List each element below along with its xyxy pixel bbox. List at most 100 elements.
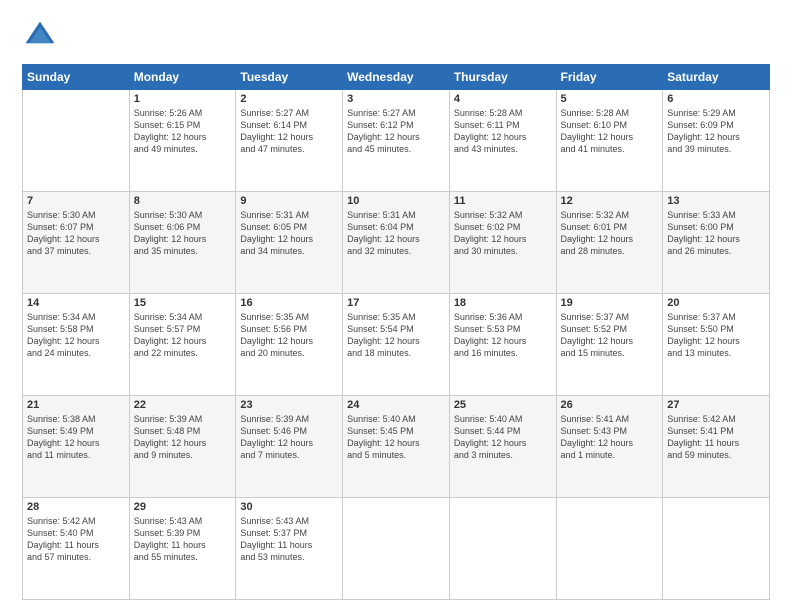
day-number: 27 [667,399,765,411]
day-number: 21 [27,399,125,411]
day-number: 10 [347,195,445,207]
day-number: 23 [240,399,338,411]
day-info: Sunrise: 5:29 AM Sunset: 6:09 PM Dayligh… [667,107,765,156]
calendar-weekday-wednesday: Wednesday [343,65,450,90]
calendar-cell: 2 Sunrise: 5:27 AM Sunset: 6:14 PM Daylig… [236,90,343,192]
day-number: 5 [561,93,659,105]
header [22,18,770,54]
day-info: Sunrise: 5:35 AM Sunset: 5:56 PM Dayligh… [240,311,338,360]
calendar-header-row: SundayMondayTuesdayWednesdayThursdayFrid… [23,65,770,90]
calendar-cell: 8Sunrise: 5:30 AM Sunset: 6:06 PM Daylig… [129,192,236,294]
calendar-cell: 12 Sunrise: 5:32 AM Sunset: 6:01 PM Dayli… [556,192,663,294]
day-info: Sunrise: 5:39 AM Sunset: 5:48 PM Dayligh… [134,413,232,462]
calendar-cell: 6 Sunrise: 5:29 AM Sunset: 6:09 PM Daylig… [663,90,770,192]
day-number: 6 [667,93,765,105]
day-number: 1 [134,93,232,105]
day-info: Sunrise: 5:27 AM Sunset: 6:14 PM Dayligh… [240,107,338,156]
day-info: Sunrise: 5:35 AM Sunset: 5:54 PM Dayligh… [347,311,445,360]
calendar-week-1: 1 Sunrise: 5:26 AM Sunset: 6:15 PM Daylig… [23,90,770,192]
day-number: 18 [454,297,552,309]
calendar-cell: 22Sunrise: 5:39 AM Sunset: 5:48 PM Dayli… [129,396,236,498]
calendar-cell: 30 Sunrise: 5:43 AM Sunset: 5:37 PM Dayli… [236,498,343,600]
calendar-cell: 25 Sunrise: 5:40 AM Sunset: 5:44 PM Dayli… [449,396,556,498]
day-info: Sunrise: 5:43 AM Sunset: 5:37 PM Dayligh… [240,515,338,564]
day-info: Sunrise: 5:37 AM Sunset: 5:52 PM Dayligh… [561,311,659,360]
calendar-cell: 11 Sunrise: 5:32 AM Sunset: 6:02 PM Dayli… [449,192,556,294]
calendar-cell [556,498,663,600]
calendar-cell: 7 Sunrise: 5:30 AM Sunset: 6:07 PM Daylig… [23,192,130,294]
day-info: Sunrise: 5:30 AM Sunset: 6:07 PM Dayligh… [27,209,125,258]
day-number: 24 [347,399,445,411]
calendar-week-4: 21Sunrise: 5:38 AM Sunset: 5:49 PM Dayli… [23,396,770,498]
calendar-cell: 19 Sunrise: 5:37 AM Sunset: 5:52 PM Dayli… [556,294,663,396]
day-info: Sunrise: 5:40 AM Sunset: 5:44 PM Dayligh… [454,413,552,462]
day-number: 20 [667,297,765,309]
day-info: Sunrise: 5:40 AM Sunset: 5:45 PM Dayligh… [347,413,445,462]
day-number: 28 [27,501,125,513]
calendar-cell: 5 Sunrise: 5:28 AM Sunset: 6:10 PM Daylig… [556,90,663,192]
day-number: 29 [134,501,232,513]
day-info: Sunrise: 5:39 AM Sunset: 5:46 PM Dayligh… [240,413,338,462]
day-info: Sunrise: 5:42 AM Sunset: 5:40 PM Dayligh… [27,515,125,564]
day-number: 8 [134,195,232,207]
day-info: Sunrise: 5:31 AM Sunset: 6:04 PM Dayligh… [347,209,445,258]
calendar-week-2: 7 Sunrise: 5:30 AM Sunset: 6:07 PM Daylig… [23,192,770,294]
calendar-cell: 14Sunrise: 5:34 AM Sunset: 5:58 PM Dayli… [23,294,130,396]
calendar-cell: 20 Sunrise: 5:37 AM Sunset: 5:50 PM Dayli… [663,294,770,396]
calendar-cell: 13 Sunrise: 5:33 AM Sunset: 6:00 PM Dayli… [663,192,770,294]
day-number: 25 [454,399,552,411]
calendar-week-3: 14Sunrise: 5:34 AM Sunset: 5:58 PM Dayli… [23,294,770,396]
calendar-weekday-monday: Monday [129,65,236,90]
day-number: 9 [240,195,338,207]
day-info: Sunrise: 5:27 AM Sunset: 6:12 PM Dayligh… [347,107,445,156]
calendar-cell: 23 Sunrise: 5:39 AM Sunset: 5:46 PM Dayli… [236,396,343,498]
day-info: Sunrise: 5:36 AM Sunset: 5:53 PM Dayligh… [454,311,552,360]
calendar-cell [343,498,450,600]
day-info: Sunrise: 5:26 AM Sunset: 6:15 PM Dayligh… [134,107,232,156]
day-number: 13 [667,195,765,207]
calendar-cell: 27 Sunrise: 5:42 AM Sunset: 5:41 PM Dayli… [663,396,770,498]
calendar-cell: 26 Sunrise: 5:41 AM Sunset: 5:43 PM Dayli… [556,396,663,498]
day-number: 7 [27,195,125,207]
day-number: 19 [561,297,659,309]
calendar-cell: 3 Sunrise: 5:27 AM Sunset: 6:12 PM Daylig… [343,90,450,192]
day-number: 17 [347,297,445,309]
calendar-cell: 17 Sunrise: 5:35 AM Sunset: 5:54 PM Dayli… [343,294,450,396]
day-info: Sunrise: 5:32 AM Sunset: 6:02 PM Dayligh… [454,209,552,258]
calendar-table: SundayMondayTuesdayWednesdayThursdayFrid… [22,64,770,600]
day-number: 11 [454,195,552,207]
page: SundayMondayTuesdayWednesdayThursdayFrid… [0,0,792,612]
day-info: Sunrise: 5:31 AM Sunset: 6:05 PM Dayligh… [240,209,338,258]
day-info: Sunrise: 5:37 AM Sunset: 5:50 PM Dayligh… [667,311,765,360]
calendar-cell: 16 Sunrise: 5:35 AM Sunset: 5:56 PM Dayli… [236,294,343,396]
day-number: 30 [240,501,338,513]
calendar-cell: 4Sunrise: 5:28 AM Sunset: 6:11 PM Daylig… [449,90,556,192]
calendar-cell: 9 Sunrise: 5:31 AM Sunset: 6:05 PM Daylig… [236,192,343,294]
calendar-weekday-thursday: Thursday [449,65,556,90]
day-info: Sunrise: 5:28 AM Sunset: 6:10 PM Dayligh… [561,107,659,156]
day-info: Sunrise: 5:32 AM Sunset: 6:01 PM Dayligh… [561,209,659,258]
day-number: 16 [240,297,338,309]
logo [22,18,62,54]
day-info: Sunrise: 5:34 AM Sunset: 5:57 PM Dayligh… [134,311,232,360]
day-number: 26 [561,399,659,411]
calendar-weekday-saturday: Saturday [663,65,770,90]
calendar-cell: 10 Sunrise: 5:31 AM Sunset: 6:04 PM Dayli… [343,192,450,294]
day-info: Sunrise: 5:42 AM Sunset: 5:41 PM Dayligh… [667,413,765,462]
day-info: Sunrise: 5:28 AM Sunset: 6:11 PM Dayligh… [454,107,552,156]
day-info: Sunrise: 5:43 AM Sunset: 5:39 PM Dayligh… [134,515,232,564]
calendar-cell: 15Sunrise: 5:34 AM Sunset: 5:57 PM Dayli… [129,294,236,396]
day-info: Sunrise: 5:34 AM Sunset: 5:58 PM Dayligh… [27,311,125,360]
day-number: 12 [561,195,659,207]
calendar-cell: 29 Sunrise: 5:43 AM Sunset: 5:39 PM Dayli… [129,498,236,600]
day-info: Sunrise: 5:41 AM Sunset: 5:43 PM Dayligh… [561,413,659,462]
calendar-weekday-friday: Friday [556,65,663,90]
day-number: 2 [240,93,338,105]
calendar-cell: 28 Sunrise: 5:42 AM Sunset: 5:40 PM Dayli… [23,498,130,600]
day-number: 3 [347,93,445,105]
calendar-cell: 21Sunrise: 5:38 AM Sunset: 5:49 PM Dayli… [23,396,130,498]
calendar-weekday-tuesday: Tuesday [236,65,343,90]
day-info: Sunrise: 5:33 AM Sunset: 6:00 PM Dayligh… [667,209,765,258]
calendar-weekday-sunday: Sunday [23,65,130,90]
logo-icon [22,18,58,54]
